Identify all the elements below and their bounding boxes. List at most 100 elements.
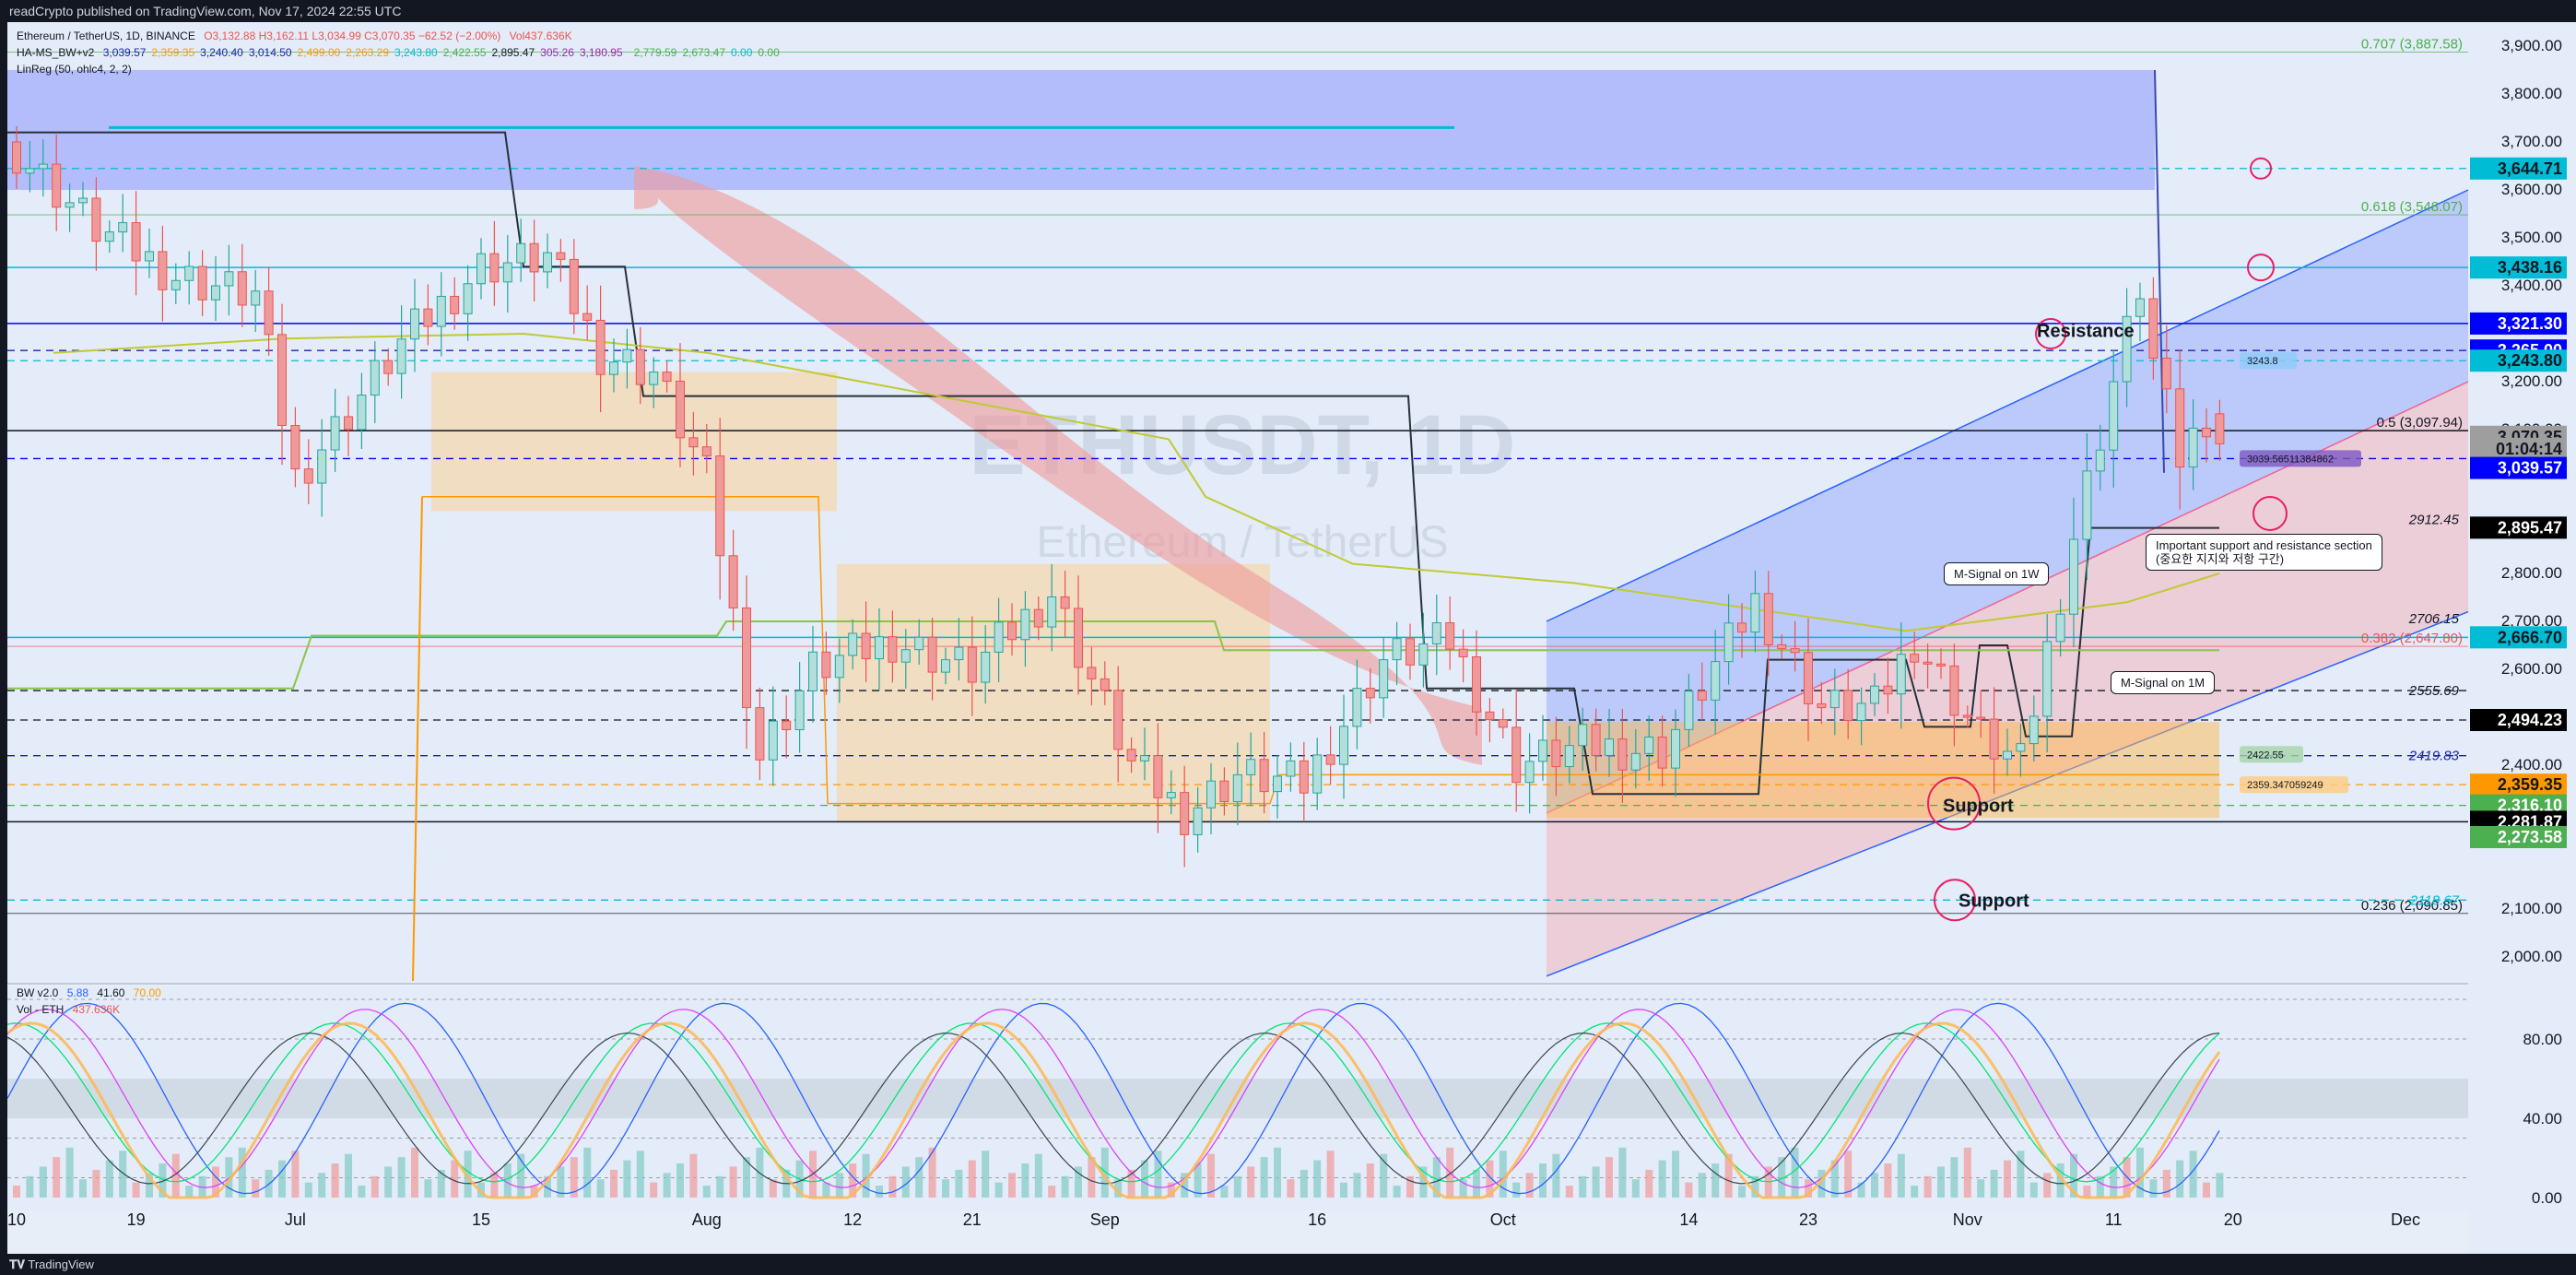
candle-body-114: [1524, 761, 1535, 784]
price-tick-13: 2,000.00: [2501, 948, 2562, 965]
volume-bar-112: [1499, 1151, 1507, 1198]
volume-bar-2: [39, 1166, 47, 1198]
candle-body-103: [1379, 659, 1389, 699]
volume-bar-130: [1738, 1186, 1746, 1198]
volume-bar-26: [358, 1186, 366, 1198]
candle-body-39: [529, 242, 539, 273]
price-label-4: 3,243.80: [2498, 351, 2562, 370]
candle-body-115: [1538, 739, 1547, 762]
volume-bar-97: [1300, 1169, 1308, 1198]
candle-body-1: [25, 168, 35, 174]
candle-body-102: [1365, 688, 1375, 699]
price-tick-1: 3,800.00: [2501, 85, 2562, 102]
volume-bar-122: [1631, 1179, 1640, 1198]
candle-body-27: [370, 360, 380, 396]
time-label-10: 14: [1679, 1210, 1698, 1229]
candle-body-82: [1100, 678, 1110, 691]
volume-bar-91: [1220, 1186, 1229, 1198]
price-label-10: 2,494.23: [2498, 711, 2562, 729]
candle-body-2: [38, 163, 48, 170]
volume-bar-51: [689, 1153, 698, 1198]
time-label-15: Dec: [2391, 1210, 2420, 1229]
candle-body-106: [1418, 643, 1429, 666]
volume-bar-29: [397, 1157, 406, 1198]
osc-mid-band: [7, 1079, 2468, 1118]
volume-bar-8: [119, 1151, 127, 1198]
volume-bar-140: [1871, 1173, 1878, 1198]
volume-bar-30: [411, 1147, 418, 1198]
chart-canvas[interactable]: ETHUSDT, 1DEthereum / TetherUS 0.707 (3,…: [7, 22, 2576, 1254]
volume-bar-50: [676, 1163, 684, 1198]
candle-body-93: [1246, 759, 1256, 775]
candle-body-121: [1617, 738, 1628, 771]
candle-body-29: [396, 338, 406, 374]
volume-bar-98: [1313, 1160, 1322, 1198]
time-label-1: 19: [127, 1210, 146, 1229]
volume-bar-95: [1274, 1147, 1281, 1198]
volume-bar-1: [26, 1175, 34, 1198]
candle-body-98: [1312, 754, 1323, 794]
price-tick-8: 2,800.00: [2501, 564, 2562, 582]
time-label-8: 16: [1308, 1210, 1326, 1229]
level-label-3: 2419.83: [2408, 749, 2460, 764]
candle-body-64: [861, 632, 871, 660]
callout-important-section: Important support and resistance section…: [2146, 534, 2382, 571]
candle-body-143: [1910, 654, 1920, 663]
level-label-4: 2118.67: [2409, 892, 2460, 908]
chart-area[interactable]: ETHUSDT, 1D Ethereum / TetherUS 0.707 (3,…: [7, 22, 2576, 1254]
callout-m-signal-1m: M-Signal on 1M: [2111, 671, 2216, 694]
candle-body-17: [237, 271, 247, 306]
candle-body-31: [423, 308, 433, 327]
chart-box-label-0: 3243.8: [2247, 356, 2278, 367]
volume-bar-75: [1008, 1173, 1016, 1198]
callout-m-signal-1w-text: M-Signal on 1W: [1954, 567, 2040, 581]
time-label-13: 11: [2105, 1210, 2123, 1229]
volume-bar-158: [2110, 1166, 2118, 1198]
volume-bar-146: [1950, 1157, 1958, 1198]
candle-body-87: [1166, 792, 1176, 798]
candle-body-163: [2175, 388, 2185, 468]
candle-body-40: [543, 252, 552, 273]
volume-bar-46: [623, 1160, 631, 1198]
volume-bar-165: [2203, 1182, 2210, 1198]
candle-body-144: [1923, 661, 1933, 665]
price-tick-5: 3,400.00: [2501, 277, 2562, 294]
candle-body-90: [1206, 780, 1216, 809]
candle-body-128: [1711, 661, 1721, 701]
candle-body-68: [914, 636, 924, 651]
price-tick-0: 3,900.00: [2501, 37, 2562, 54]
label-support-1: Support: [1943, 797, 2014, 817]
ha-legend-value-10: 3,180.95: [579, 46, 623, 59]
volume-bar-96: [1287, 1179, 1295, 1198]
volume-bar-72: [968, 1160, 976, 1198]
candle-body-101: [1352, 688, 1362, 727]
price-tick-3: 3,600.00: [2501, 181, 2562, 198]
candle-body-166: [2215, 413, 2225, 444]
candle-body-20: [277, 334, 287, 426]
volume-bar-33: [451, 1160, 459, 1198]
price-label-7: 3,039.57: [2498, 459, 2562, 478]
volume-bar-36: [490, 1173, 499, 1198]
candle-body-73: [981, 651, 991, 683]
volume-bar-48: [650, 1182, 658, 1198]
candle-body-16: [224, 271, 234, 287]
candle-body-117: [1564, 745, 1574, 768]
candle-body-35: [476, 253, 486, 285]
candle-body-86: [1153, 755, 1163, 798]
candle-body-15: [211, 285, 220, 301]
volume-bar-24: [331, 1163, 339, 1198]
candle-body-28: [383, 360, 394, 374]
volume-bar-142: [1897, 1153, 1905, 1198]
candle-body-57: [768, 720, 778, 761]
candle-body-96: [1286, 760, 1296, 777]
price-label-6: 01:04:14: [2496, 440, 2562, 458]
candle-body-108: [1445, 622, 1455, 650]
time-label-6: 21: [963, 1210, 982, 1229]
brand-text: TradingView: [28, 1257, 94, 1271]
candle-body-95: [1273, 775, 1282, 793]
vol-legend: Vol - ETH 437.636K: [17, 1003, 120, 1016]
bw-value-2: 41.60: [97, 986, 125, 999]
volume-bar-125: [1672, 1151, 1679, 1198]
volume-bar-53: [716, 1175, 724, 1198]
volume-bar-25: [345, 1153, 352, 1198]
